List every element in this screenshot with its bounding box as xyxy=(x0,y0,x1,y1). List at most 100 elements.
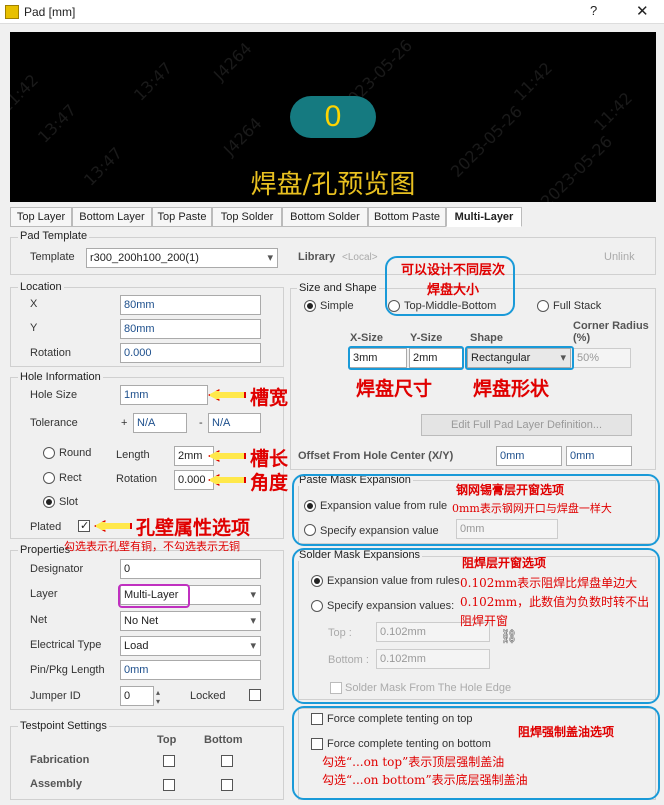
slot-radio[interactable] xyxy=(43,496,55,508)
pad-template-title: Pad Template xyxy=(18,230,90,242)
fabrication-bottom-checkbox[interactable] xyxy=(221,755,233,767)
electrical-type-label: Electrical Type xyxy=(30,639,102,651)
unlink-button[interactable]: Unlink xyxy=(604,251,635,263)
tolerance-minus-field[interactable]: N/A xyxy=(208,413,261,433)
library-value: <Local> xyxy=(342,252,378,263)
testpoint-top-header: Top xyxy=(157,734,177,746)
electrical-type-select[interactable]: Load xyxy=(120,636,261,656)
designator-field[interactable]: 0 xyxy=(120,559,261,579)
corner-radius-header: Corner Radius (%) xyxy=(573,320,649,344)
template-select[interactable]: r300_200h100_200(1) xyxy=(86,248,278,268)
paste-note-annotation: 0mm表示钢网开口与焊盘一样大 xyxy=(452,502,612,515)
full-stack-radio[interactable] xyxy=(537,300,549,312)
layer-size-annotation: 可以设计不同层次焊盘大小 xyxy=(400,263,505,298)
simple-label: Simple xyxy=(320,300,354,312)
hole-size-field[interactable]: 1mm xyxy=(120,385,208,405)
tent-note-bottom: 勾选“...on bottom”表示底层强制盖油 xyxy=(322,773,528,787)
y-size-header: Y-Size xyxy=(410,332,443,344)
plated-note: 勾选表示孔壁有铜，不勾选表示无铜 xyxy=(64,540,240,553)
fabrication-label: Fabrication xyxy=(30,754,90,766)
locked-checkbox[interactable] xyxy=(249,689,261,701)
paste-title-annotation: 钢网锡膏层开窗选项 xyxy=(456,483,565,497)
location-title: Location xyxy=(18,281,64,293)
offset-label: Offset From Hole Center (X/Y) xyxy=(298,450,454,462)
layer-label: Layer xyxy=(30,588,58,600)
slot-length-label: Length xyxy=(116,449,150,461)
tab-top-paste[interactable]: Top Paste xyxy=(152,207,212,227)
tent-title-annotation: 阻焊强制盖油选项 xyxy=(518,725,615,739)
tolerance-label: Tolerance xyxy=(30,417,78,429)
x-field[interactable]: 80mm xyxy=(120,295,261,315)
preview-label: 焊盘/孔预览图 xyxy=(250,170,416,200)
watermark: 11:42 xyxy=(510,58,557,105)
pad-shape-highlight xyxy=(465,346,574,370)
round-radio[interactable] xyxy=(43,447,55,459)
location-rotation-label: Rotation xyxy=(30,347,71,359)
watermark: 13:47 xyxy=(130,58,177,105)
x-size-header: X-Size xyxy=(350,332,384,344)
round-label: Round xyxy=(59,447,92,459)
jumper-id-label: Jumper ID xyxy=(30,690,81,702)
corner-radius-field[interactable]: 50% xyxy=(573,348,631,368)
tolerance-plus-field[interactable]: N/A xyxy=(133,413,187,433)
slot-length-annotation: 槽长 xyxy=(250,448,289,470)
simple-radio[interactable] xyxy=(304,300,316,312)
fabrication-top-checkbox[interactable] xyxy=(163,755,175,767)
rect-radio[interactable] xyxy=(43,472,55,484)
app-icon xyxy=(5,5,19,19)
pad-shape-annotation: 焊盘形状 xyxy=(473,378,550,400)
tab-top-solder[interactable]: Top Solder xyxy=(212,207,282,227)
watermark: 13:47 xyxy=(34,100,81,147)
tab-bottom-solder[interactable]: Bottom Solder xyxy=(282,207,368,227)
y-label: Y xyxy=(30,322,38,334)
angle-annotation: 角度 xyxy=(250,472,289,494)
tab-bottom-paste[interactable]: Bottom Paste xyxy=(368,207,446,227)
plated-checkbox[interactable] xyxy=(78,519,90,532)
testpoint-bottom-header: Bottom xyxy=(204,734,243,746)
full-stack-label: Full Stack xyxy=(553,300,602,312)
library-label: Library xyxy=(298,251,336,263)
watermark: J4264 xyxy=(219,113,266,160)
pad-size-highlight xyxy=(348,346,464,370)
tent-note-top: 勾选“...on top”表示顶层强制盖油 xyxy=(322,755,505,769)
plated-label: Plated xyxy=(30,521,62,533)
offset-y-field[interactable]: 0mm xyxy=(566,446,632,466)
location-rotation-field[interactable]: 0.000 xyxy=(120,343,261,363)
tab-multi-layer[interactable]: Multi-Layer xyxy=(446,207,522,227)
help-button[interactable]: ? xyxy=(590,3,597,18)
net-label: Net xyxy=(30,614,48,626)
pin-length-label: Pin/Pkg Length xyxy=(30,664,105,676)
solder-note-annotation: 0.102mm表示阻焊比焊盘单边大0.102mm，此数值为负数时转不出阻焊开窗 xyxy=(460,576,650,628)
net-select[interactable]: No Net xyxy=(120,611,261,631)
offset-x-field[interactable]: 0mm xyxy=(496,446,562,466)
tolerance-plus: + xyxy=(121,417,128,429)
slot-label: Slot xyxy=(59,496,78,508)
testpoint-title: Testpoint Settings xyxy=(18,720,109,732)
x-label: X xyxy=(30,298,38,310)
jumper-spin-icon[interactable]: ▴ ▾ xyxy=(156,688,160,706)
tab-bottom-layer[interactable]: Bottom Layer xyxy=(72,207,152,227)
window-title: Pad [mm] xyxy=(24,5,76,19)
close-button[interactable]: ✕ xyxy=(636,2,649,20)
rect-label: Rect xyxy=(59,472,82,484)
pin-length-field[interactable]: 0mm xyxy=(120,660,261,680)
assembly-label: Assembly xyxy=(30,778,82,790)
jumper-id-field[interactable]: 0 xyxy=(120,686,154,706)
tab-top-layer[interactable]: Top Layer xyxy=(10,207,72,227)
edit-full-pad-layer-button[interactable]: Edit Full Pad Layer Definition... xyxy=(421,414,632,436)
hole-size-label: Hole Size xyxy=(30,389,78,401)
watermark: J4264 xyxy=(209,38,256,85)
assembly-top-checkbox[interactable] xyxy=(163,779,175,791)
shape-header: Shape xyxy=(470,332,504,344)
title-bar: Pad [mm] ? ✕ xyxy=(0,0,664,24)
template-label: Template xyxy=(30,251,75,263)
layer-highlight xyxy=(118,584,190,608)
slot-rotation-label: Rotation xyxy=(116,473,157,485)
tolerance-minus: - xyxy=(199,417,203,429)
locked-label: Locked xyxy=(190,690,226,702)
y-field[interactable]: 80mm xyxy=(120,319,261,339)
assembly-bottom-checkbox[interactable] xyxy=(221,779,233,791)
designator-label: Designator xyxy=(30,563,84,575)
hole-info-title: Hole Information xyxy=(18,371,103,383)
watermark: 11:42 xyxy=(10,70,43,117)
